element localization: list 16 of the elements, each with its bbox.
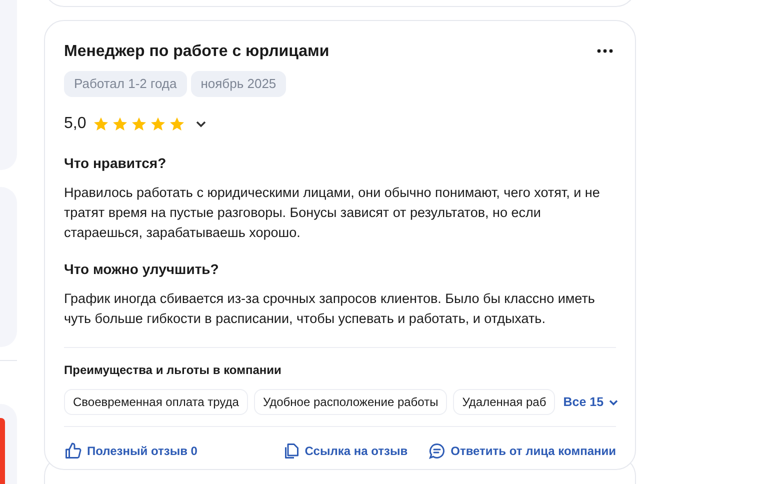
action-link[interactable]: Ссылка на отзыв bbox=[282, 442, 408, 460]
benefit-chip: Своевременная оплата труда bbox=[64, 389, 248, 415]
rating-value: 5,0 bbox=[64, 114, 86, 134]
review-text: График иногда сбивается из-за срочных запросов клиентов. Было бы классно иметь чуть больше гибкости в расписании, чтобы успевать и работать, и отдыхать. bbox=[64, 290, 596, 328]
tag: ноябрь 2025 bbox=[190, 71, 286, 97]
benefit-chip: Удаленная раб bbox=[453, 389, 556, 415]
section-heading: Что можно улучшить? bbox=[64, 260, 220, 279]
show-all-link[interactable]: Все 15 bbox=[563, 392, 619, 412]
action-link[interactable]: Ответить от лица компании bbox=[428, 442, 616, 460]
section-heading: Что нравится? bbox=[64, 154, 168, 173]
review-title: Менеджер по работе с юрлицами bbox=[64, 42, 330, 62]
benefit-chip: Удобное расположение работы bbox=[254, 389, 448, 415]
benefits-heading: Преимущества и льготы в компании bbox=[64, 362, 282, 378]
review-text: Нравилось работать с юридическими лицами, они обычно понимают, чего хотят, и не тратят время на пустые разговоры. Бонусы зависят от результатов, но если стараешься, зарабатываешь хорошо. bbox=[64, 184, 601, 242]
action-link[interactable]: Полезный отзыв 0 bbox=[64, 442, 198, 460]
tag: Работал 1-2 года bbox=[64, 71, 187, 97]
